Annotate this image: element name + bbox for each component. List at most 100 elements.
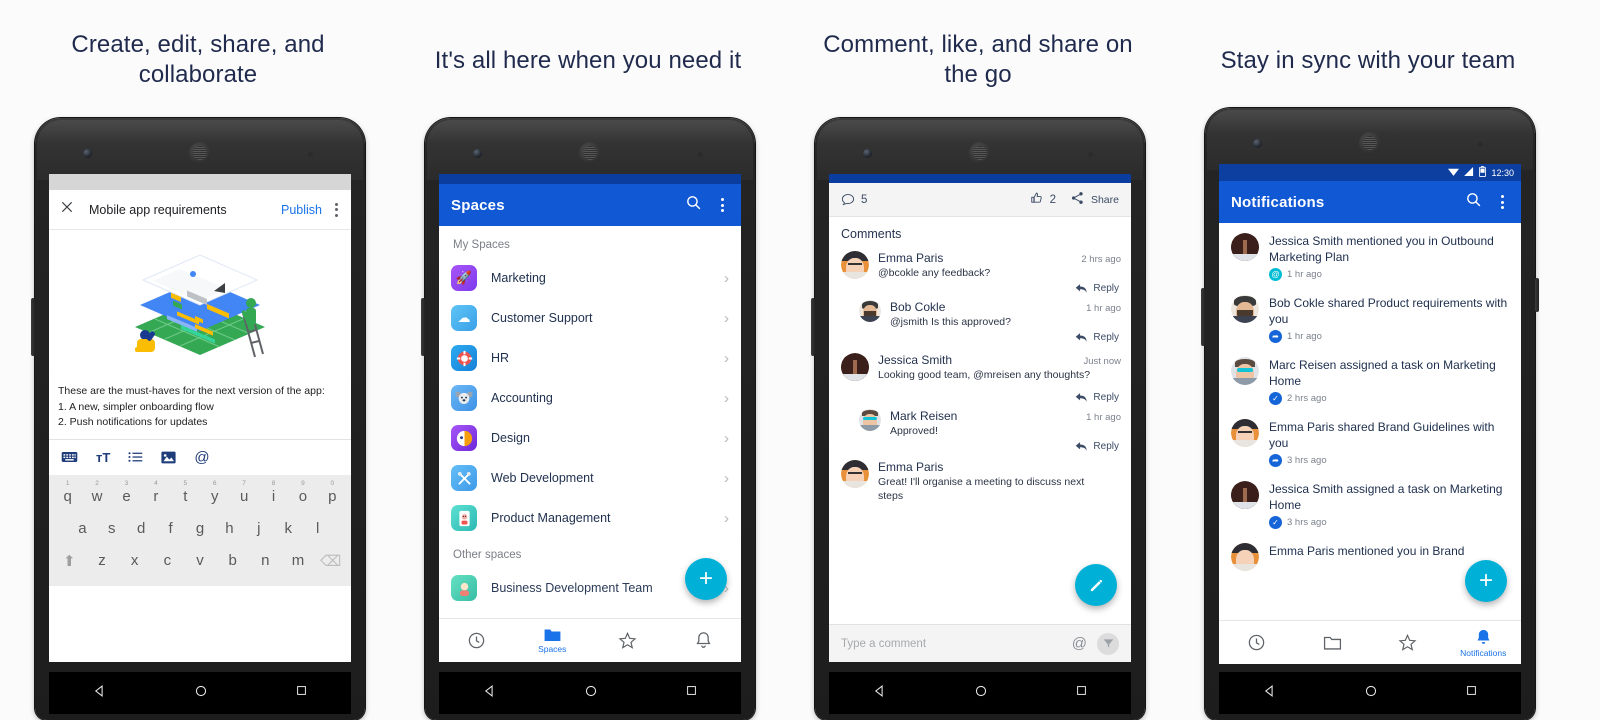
key-v[interactable]: v — [184, 545, 217, 578]
bottom-nav-recent[interactable] — [1219, 633, 1295, 652]
comment-count-group[interactable]: 5 — [841, 193, 1030, 207]
bottom-nav-spaces[interactable] — [1295, 635, 1371, 651]
space-item-customer-support[interactable]: ☁ Customer Support › — [439, 298, 741, 338]
key-z[interactable]: z — [86, 545, 119, 578]
close-icon[interactable] — [57, 200, 77, 219]
bottom-nav-recent[interactable] — [439, 631, 515, 650]
backspace-key[interactable]: ⌫ — [314, 545, 347, 578]
notification-item[interactable]: Emma Paris shared Brand Guidelines with … — [1219, 411, 1521, 473]
reply-action[interactable]: Reply — [829, 280, 1131, 296]
home-circle-icon[interactable] — [974, 684, 988, 703]
home-circle-icon[interactable] — [1364, 684, 1378, 703]
key-b[interactable]: b — [216, 545, 249, 578]
image-icon[interactable] — [161, 451, 176, 464]
key-x[interactable]: x — [118, 545, 151, 578]
comment-input-bar[interactable]: Type a comment @ — [829, 624, 1131, 662]
comment-item[interactable]: Mark Reisen 1 hr ago Approved! — [829, 405, 1131, 438]
publish-button[interactable]: Publish — [281, 203, 322, 217]
notification-item[interactable]: Jessica Smith mentioned you in Outbound … — [1219, 223, 1521, 287]
space-item-web-development[interactable]: Web Development › — [439, 458, 741, 498]
home-circle-icon[interactable] — [194, 684, 208, 703]
key-o[interactable]: 9o — [288, 480, 317, 513]
notification-item[interactable]: Jessica Smith assigned a task on Marketi… — [1219, 473, 1521, 535]
back-triangle-icon[interactable] — [873, 684, 887, 703]
key-f[interactable]: f — [156, 513, 185, 545]
home-circle-icon[interactable] — [584, 684, 598, 703]
thumbs-up-icon[interactable] — [1030, 191, 1044, 208]
volume-button[interactable] — [1201, 288, 1205, 346]
bottom-nav-starred[interactable] — [590, 631, 666, 650]
power-button[interactable] — [1535, 278, 1539, 312]
bullet-list-icon[interactable] — [128, 451, 143, 463]
share-icon[interactable] — [1070, 191, 1085, 208]
comment-item[interactable]: Emma Paris Great! I'll organise a meetin… — [829, 454, 1131, 503]
bottom-nav-notifications[interactable] — [666, 631, 742, 650]
back-triangle-icon[interactable] — [483, 684, 497, 703]
recents-square-icon[interactable] — [295, 684, 308, 702]
bottom-nav-starred[interactable] — [1370, 633, 1446, 652]
bottom-nav-notifications[interactable]: Notifications — [1446, 628, 1522, 658]
reply-action[interactable]: Reply — [829, 438, 1131, 454]
notification-item[interactable]: Marc Reisen assigned a task on Marketing… — [1219, 349, 1521, 411]
recents-square-icon[interactable] — [1075, 684, 1088, 702]
notification-item[interactable]: Bob Cokle shared Product requirements wi… — [1219, 287, 1521, 349]
key-l[interactable]: l — [303, 513, 332, 545]
key-n[interactable]: n — [249, 545, 282, 578]
compose-comment-fab[interactable] — [1075, 564, 1117, 606]
key-d[interactable]: d — [126, 513, 155, 545]
recents-square-icon[interactable] — [1465, 684, 1478, 702]
comment-input-placeholder[interactable]: Type a comment — [841, 638, 1062, 650]
key-u[interactable]: 7u — [229, 480, 258, 513]
key-a[interactable]: a — [68, 513, 97, 545]
mention-icon[interactable]: @ — [194, 449, 209, 466]
volume-button[interactable] — [811, 298, 815, 356]
key-r[interactable]: 4r — [141, 480, 170, 513]
back-triangle-icon[interactable] — [93, 684, 107, 703]
overflow-menu-icon[interactable] — [1496, 191, 1509, 213]
search-icon[interactable] — [1465, 191, 1482, 213]
key-y[interactable]: 6y — [200, 480, 229, 513]
space-item-hr[interactable]: HR › — [439, 338, 741, 378]
create-notification-fab[interactable]: + — [1465, 560, 1507, 602]
doc-body-text[interactable]: These are the must-haves for the next ve… — [49, 380, 351, 439]
recents-square-icon[interactable] — [685, 684, 698, 702]
key-p[interactable]: 0p — [318, 480, 347, 513]
bottom-nav-spaces[interactable]: Spaces — [515, 627, 591, 654]
space-item-product-management[interactable]: Product Management › — [439, 498, 741, 538]
space-item-marketing[interactable]: 🚀 Marketing › — [439, 258, 741, 298]
key-e[interactable]: 3e — [112, 480, 141, 513]
reply-action[interactable]: Reply — [829, 382, 1131, 405]
space-item-accounting[interactable]: Accounting › — [439, 378, 741, 418]
shift-key[interactable]: ⬆ — [53, 545, 86, 578]
overflow-menu-icon[interactable] — [330, 199, 343, 221]
overflow-menu-icon[interactable] — [716, 194, 729, 216]
mention-icon[interactable]: @ — [1072, 635, 1087, 652]
volume-button[interactable] — [31, 298, 35, 356]
share-label[interactable]: Share — [1091, 194, 1119, 206]
volume-button[interactable] — [421, 298, 425, 356]
key-s[interactable]: s — [97, 513, 126, 545]
comment-item[interactable]: Emma Paris 2 hrs ago @bcokle any feedbac… — [829, 247, 1131, 280]
text-format-icon[interactable]: тT — [96, 450, 110, 465]
on-screen-keyboard[interactable]: 1q 2w 3e 4r 5t 6y 7u 8i 9o 0p a s d f g — [49, 474, 351, 586]
key-g[interactable]: g — [185, 513, 214, 545]
space-item-design[interactable]: Design › — [439, 418, 741, 458]
key-m[interactable]: m — [282, 545, 315, 578]
key-i[interactable]: 8i — [259, 480, 288, 513]
key-t[interactable]: 5t — [171, 480, 200, 513]
key-q[interactable]: 1q — [53, 480, 82, 513]
search-icon[interactable] — [685, 194, 702, 216]
comment-item[interactable]: Bob Cokle 1 hr ago @jsmith Is this appro… — [829, 296, 1131, 329]
key-w[interactable]: 2w — [82, 480, 111, 513]
comment-item[interactable]: Jessica Smith Just now Looking good team… — [829, 345, 1131, 382]
reply-action[interactable]: Reply — [829, 329, 1131, 345]
key-k[interactable]: k — [274, 513, 303, 545]
notification-text: Jessica Smith assigned a task on Marketi… — [1269, 481, 1511, 513]
key-h[interactable]: h — [215, 513, 244, 545]
create-space-fab[interactable]: + — [685, 558, 727, 600]
keyboard-icon[interactable] — [61, 451, 78, 463]
send-icon[interactable] — [1097, 632, 1119, 655]
key-j[interactable]: j — [244, 513, 273, 545]
back-triangle-icon[interactable] — [1263, 684, 1277, 703]
key-c[interactable]: c — [151, 545, 184, 578]
